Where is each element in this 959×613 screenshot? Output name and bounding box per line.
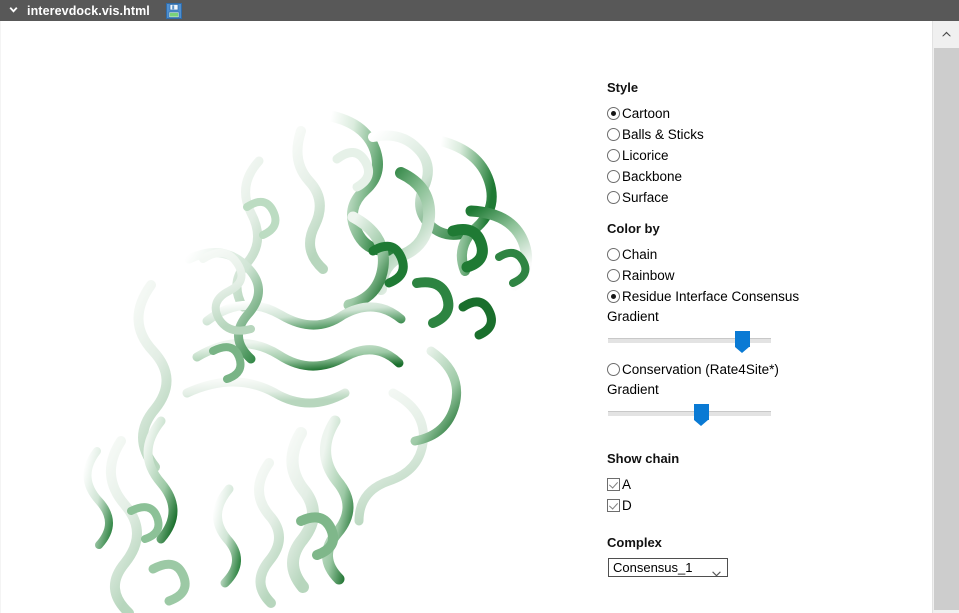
style-option-backbone[interactable]: Backbone [607,166,917,187]
color-by-option-rainbow[interactable]: Rainbow [607,265,917,286]
radio-icon[interactable] [607,170,620,183]
radio-icon[interactable] [607,269,620,282]
complex-select-value: Consensus_1 [613,560,693,575]
scrollbar-thumb[interactable] [934,48,959,610]
show-chain-group: Show chain A D [607,452,917,516]
window-title: interevdock.vis.html [27,3,150,18]
show-chain-label: D [622,498,632,513]
color-by-option-label: Rainbow [622,268,675,283]
radio-icon[interactable] [607,290,620,303]
show-chain-section-title: Show chain [607,451,680,466]
conservation-gradient-slider[interactable] [608,402,771,426]
slider-thumb[interactable] [734,331,750,353]
checkbox-icon[interactable] [607,499,620,512]
color-by-option-conservation[interactable]: Conservation (Rate4Site*) [607,359,917,380]
show-chain-item-a[interactable]: A [607,474,917,495]
chevron-up-icon [941,31,951,37]
style-option-label: Balls & Sticks [622,127,704,142]
style-option-cartoon[interactable]: Cartoon [607,103,917,124]
radio-icon[interactable] [607,128,620,141]
slider-thumb[interactable] [693,404,709,426]
style-option-licorice[interactable]: Licorice [607,145,917,166]
color-by-option-residue-interface-consensus[interactable]: Residue Interface Consensus [607,286,917,307]
style-group: Style Cartoon Balls & Sticks Licorice Ba… [607,81,917,208]
style-option-label: Licorice [622,148,669,163]
content-area: Style Cartoon Balls & Sticks Licorice Ba… [0,21,932,613]
style-option-balls-and-sticks[interactable]: Balls & Sticks [607,124,917,145]
show-chain-label: A [622,477,632,492]
chevron-down-icon[interactable] [4,2,22,20]
radio-icon[interactable] [607,149,620,162]
color-by-option-label: Residue Interface Consensus [622,289,800,304]
complex-section-title: Complex [607,535,662,550]
radio-icon[interactable] [607,363,620,376]
color-by-option-label: Conservation (Rate4Site*) [622,362,779,377]
color-by-option-chain[interactable]: Chain [607,244,917,265]
conservation-gradient-label: Gradient [607,382,659,397]
color-by-option-label: Chain [622,247,658,262]
style-option-label: Backbone [622,169,683,184]
show-chain-item-d[interactable]: D [607,495,917,516]
style-option-label: Surface [622,190,669,205]
application-window: interevdock.vis.html Style Cartoon Balls… [0,0,959,613]
color-by-group: Color by Chain Rainbow Residue Interface… [607,222,917,426]
complex-select[interactable]: Consensus_1 [608,558,728,577]
radio-icon[interactable] [607,248,620,261]
style-option-surface[interactable]: Surface [607,187,917,208]
control-panel: Style Cartoon Balls & Sticks Licorice Ba… [607,81,917,585]
complex-group: Complex Consensus_1 [607,536,917,577]
checkbox-icon[interactable] [607,478,620,491]
consensus-gradient-label: Gradient [607,309,659,324]
consensus-gradient-slider[interactable] [608,329,771,353]
title-bar: interevdock.vis.html [0,0,959,21]
slider-track[interactable] [608,411,771,416]
style-section-title: Style [607,80,639,95]
chevron-down-icon [712,565,721,576]
color-by-section-title: Color by [607,221,660,236]
scroll-up-button[interactable] [933,21,959,47]
style-option-label: Cartoon [622,106,671,121]
vertical-scrollbar[interactable] [932,21,959,613]
radio-icon[interactable] [607,107,620,120]
molecular-structure-viewer[interactable] [1,21,601,613]
radio-icon[interactable] [607,191,620,204]
floppy-disk-save-icon[interactable] [165,2,182,19]
